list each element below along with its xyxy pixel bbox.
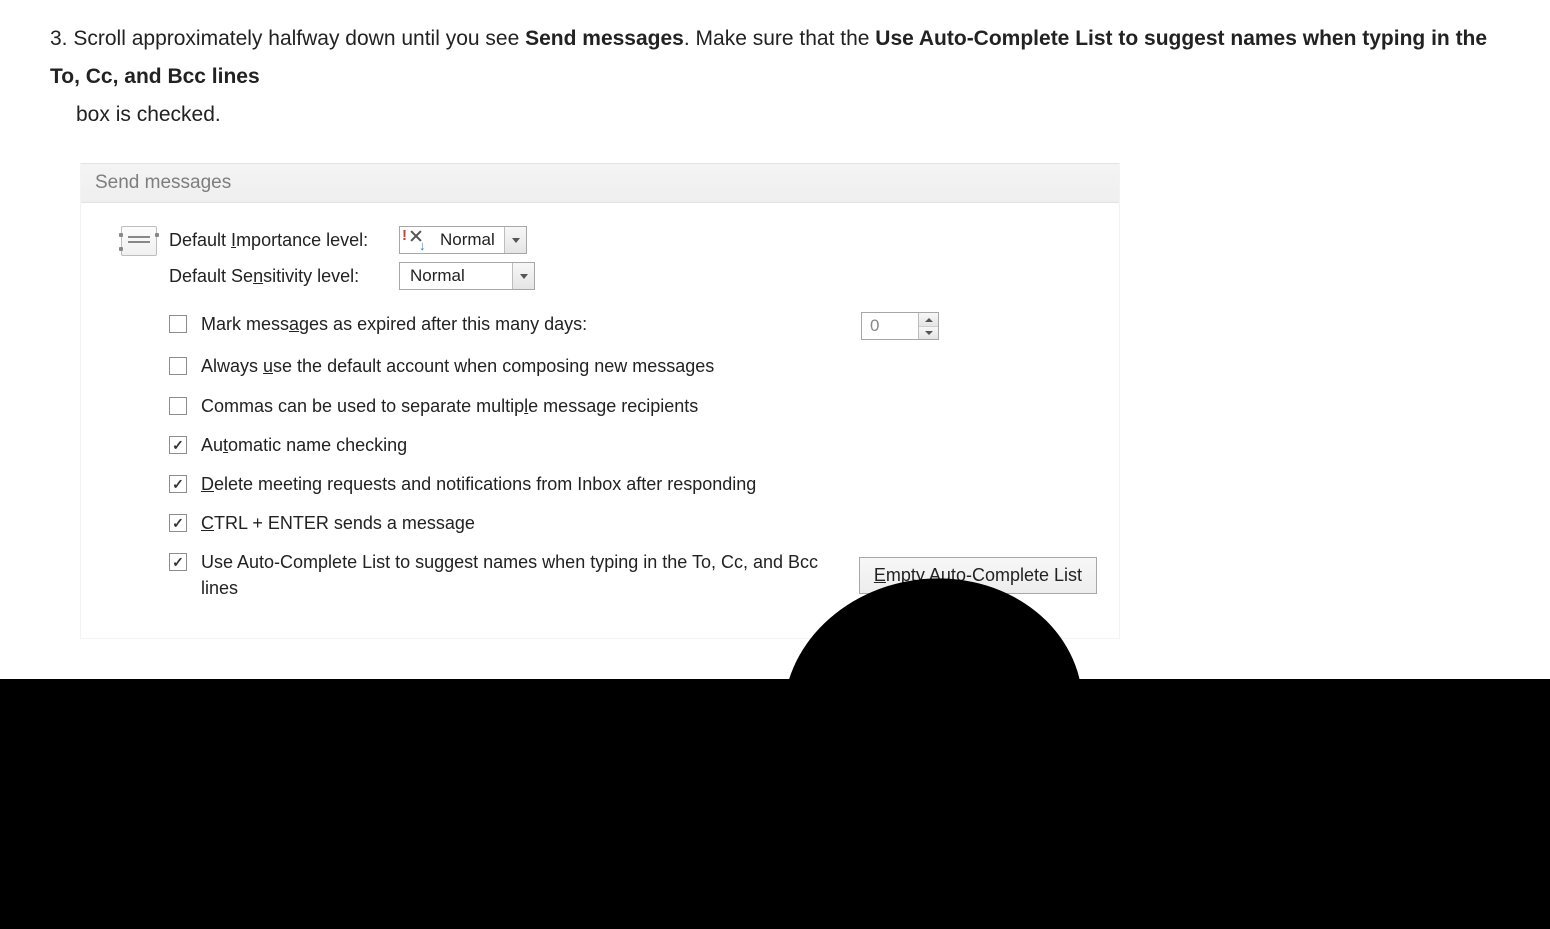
sensitivity-value: Normal [400,266,512,286]
importance-select[interactable]: !↓ Normal [399,226,527,254]
check-label: Mark messages as expired after this many… [201,312,841,337]
expire-days-input[interactable] [862,313,918,339]
checkbox-mark-expired[interactable] [169,315,187,333]
sensitivity-select[interactable]: Normal [399,262,535,290]
step-text-after: suggest names when typing in the To, Cc,… [76,96,1500,134]
step-text-before: Scroll approximately halfway down until … [73,27,525,50]
check-ctrl-enter-send: CTRL + ENTER sends a message [169,504,1097,543]
checkbox-auto-name-checking[interactable] [169,436,187,454]
checkbox-default-account[interactable] [169,357,187,375]
check-label: CTRL + ENTER sends a message [201,511,841,536]
check-label: Use Auto-Complete List to suggest names … [201,550,841,600]
checkbox-delete-meeting-requests[interactable] [169,475,187,493]
step-text-mid: . Make sure that the [684,27,875,50]
chevron-down-icon[interactable] [512,263,534,289]
check-label: Delete meeting requests and notification… [201,472,841,497]
sensitivity-label: Default Sensitivity level: [169,266,399,287]
step-number: 3. [50,27,68,50]
checkbox-ctrl-enter-send[interactable] [169,514,187,532]
panel-header: Send messages [81,163,1119,203]
spinner-down-icon[interactable] [919,327,938,340]
checkbox-commas-separate[interactable] [169,397,187,415]
check-label: Automatic name checking [201,433,841,458]
importance-label: Default Importance level: [169,230,399,251]
check-delete-meeting-requests: Delete meeting requests and notification… [169,465,1097,504]
check-label: Always use the default account when comp… [201,354,841,379]
panel-content: Default Importance level: !↓ Normal Defa… [81,203,1119,607]
spinner-up-icon[interactable] [919,313,938,327]
defaults-section: Default Importance level: !↓ Normal Defa… [109,221,1097,293]
checkbox-auto-complete-list[interactable] [169,553,187,571]
black-footer-region [0,679,1550,929]
mail-settings-icon [121,226,157,256]
checkbox-section: Mark messages as expired after this many… [169,293,1097,607]
check-label: Commas can be used to separate multiple … [201,394,841,419]
importance-glyph-icon: !↓ [400,227,434,253]
expire-days-spinner[interactable] [861,312,939,340]
instruction-step: 3. Scroll approximately halfway down unt… [0,0,1550,143]
section-icon-cell [109,224,169,256]
chevron-down-icon[interactable] [504,227,526,253]
check-mark-expired: Mark messages as expired after this many… [169,305,1097,347]
importance-value: Normal [434,230,504,250]
step-bold-1: Send messages [525,27,684,50]
check-default-account: Always use the default account when comp… [169,347,1097,386]
check-auto-name-checking: Automatic name checking [169,426,1097,465]
send-messages-panel: Send messages Default Importance level: … [80,163,1120,638]
check-commas-separate: Commas can be used to separate multiple … [169,387,1097,426]
